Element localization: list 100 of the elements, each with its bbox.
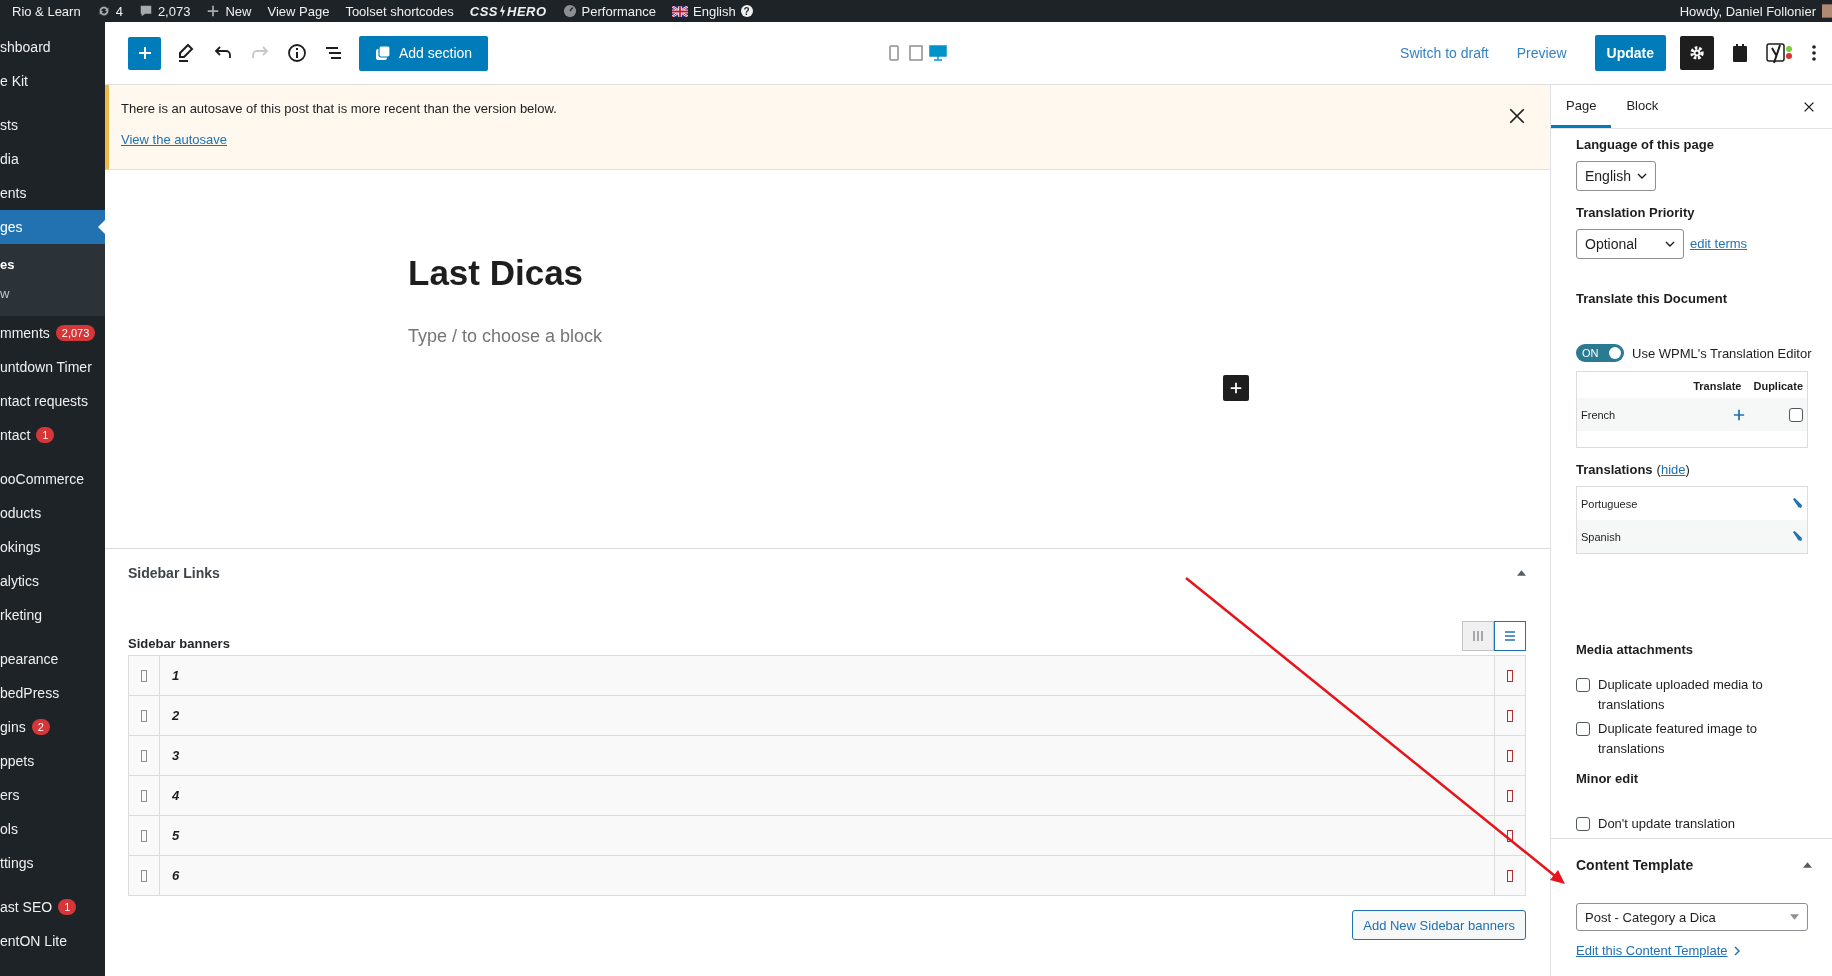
row-label: 5 — [171, 827, 181, 845]
chevron-icon — [1733, 945, 1740, 956]
sidebar-item[interactable]: ooCommerce — [0, 462, 105, 496]
help-icon[interactable]: ? — [740, 5, 753, 17]
sidebar-item[interactable]: ges — [0, 210, 105, 244]
sidebar-item[interactable]: ttings — [0, 846, 105, 880]
language-name: Spanish — [1581, 530, 1621, 543]
desktop-preview-icon[interactable] — [929, 44, 948, 62]
checkbox[interactable] — [1576, 722, 1590, 736]
sidebar-item[interactable]: ers — [0, 778, 105, 812]
checkbox[interactable] — [1576, 817, 1590, 831]
new-link[interactable]: New — [225, 3, 252, 19]
sidebar-item[interactable]: sts — [0, 108, 105, 142]
sidebar-item[interactable]: e Kit — [0, 64, 105, 98]
metabox-title: Sidebar Links — [128, 565, 220, 581]
sidebar-item[interactable]: okings — [0, 530, 105, 564]
rows-view-button[interactable] — [1494, 621, 1526, 651]
add-translation-icon[interactable] — [1733, 408, 1745, 421]
sidebar-item[interactable]: ntact 1 — [0, 418, 105, 452]
comment-icon[interactable] — [138, 4, 153, 18]
priority-select[interactable]: Optional — [1576, 229, 1684, 259]
css-hero-logo[interactable]: CSS HERO — [469, 3, 547, 19]
language-select[interactable]: English — [1576, 161, 1656, 191]
template-select[interactable]: Post - Category a Dica — [1576, 903, 1808, 931]
row-label: 4 — [171, 787, 181, 805]
add-block-button[interactable] — [128, 36, 161, 70]
translations-label: Translations — [1576, 462, 1653, 477]
sidebar-item[interactable]: ents — [0, 176, 105, 210]
remove-row-icon[interactable] — [1507, 829, 1513, 842]
toggle-switch[interactable]: ON — [1576, 344, 1624, 362]
info-icon[interactable] — [285, 41, 309, 65]
sidebar-item[interactable]: dia — [0, 142, 105, 176]
settings-button[interactable] — [1680, 36, 1714, 70]
remove-row-icon[interactable] — [1507, 709, 1513, 722]
sidebar-item[interactable]: ols — [0, 812, 105, 846]
greeting[interactable]: Howdy, Daniel Follonier — [1679, 3, 1816, 19]
drag-handle-icon[interactable] — [141, 869, 147, 882]
submenu-item[interactable]: w — [0, 279, 105, 308]
flag-icon — [672, 5, 688, 17]
drag-handle-icon[interactable] — [141, 749, 147, 762]
parenthesis: ( — [1656, 462, 1661, 477]
sidebar-item[interactable]: oducts — [0, 496, 105, 530]
edit-template-link[interactable]: Edit this Content Template — [1576, 943, 1728, 958]
edit-terms-link[interactable]: edit terms — [1690, 236, 1748, 251]
language-switcher[interactable]: English — [693, 3, 736, 19]
drag-handle-icon[interactable] — [141, 789, 147, 802]
row-label: 2 — [171, 707, 181, 725]
site-link[interactable]: Rio & Learn — [12, 3, 81, 19]
remove-row-icon[interactable] — [1507, 749, 1513, 762]
sidebar-item[interactable]: shboard — [0, 30, 105, 64]
sidebar-item[interactable]: ast SEO 1 — [0, 890, 105, 924]
sidebar-item[interactable]: gins 2 — [0, 710, 105, 744]
sidebar-item[interactable]: rketing — [0, 598, 105, 632]
collapse-caret-icon[interactable] — [1803, 862, 1812, 868]
block-inserter-button[interactable] — [1223, 375, 1249, 401]
performance-link[interactable]: Performance — [581, 3, 656, 19]
gauge-icon[interactable] — [562, 4, 577, 18]
plus-icon[interactable] — [206, 4, 221, 18]
sidebar-item[interactable]: ppets — [0, 744, 105, 778]
sidebar-item[interactable]: untdown Timer — [0, 350, 105, 384]
update-button[interactable]: Update — [1594, 35, 1666, 71]
block-placeholder[interactable]: Type / to choose a block — [408, 326, 1550, 347]
plus-icon — [1229, 381, 1243, 395]
close-icon[interactable] — [1508, 107, 1526, 125]
remove-row-icon[interactable] — [1507, 789, 1513, 802]
drag-handle-icon[interactable] — [141, 829, 147, 842]
sidebar-item[interactable]: ntact requests — [0, 384, 105, 418]
preview-link[interactable]: Preview — [1516, 45, 1567, 61]
language-name: French — [1581, 408, 1616, 421]
checkbox-label: Duplicate uploaded media to translations — [1598, 676, 1764, 714]
panel-tab[interactable]: Block — [1611, 85, 1674, 128]
remove-row-icon[interactable] — [1507, 869, 1513, 882]
post-title[interactable]: Last Dicas — [408, 252, 1550, 294]
sidebar-item[interactable]: bedPress — [0, 676, 105, 710]
comments-count[interactable]: 2,073 — [157, 3, 191, 19]
checkbox[interactable] — [1576, 678, 1590, 692]
collapse-caret-icon[interactable] — [1517, 570, 1526, 576]
duplicate-checkbox[interactable] — [1789, 407, 1803, 422]
panel-tab[interactable]: Page — [1551, 85, 1612, 128]
notice-text: There is an autosave of this post that is more recent than the version below. — [121, 101, 557, 116]
remove-row-icon[interactable] — [1507, 669, 1513, 682]
sidebar-item[interactable]: entON Lite — [0, 924, 105, 958]
add-section-button[interactable]: Add section — [359, 35, 489, 71]
plus-icon — [136, 45, 153, 61]
submenu-item[interactable]: es — [0, 250, 105, 279]
language-name: Portuguese — [1581, 497, 1638, 510]
admin-bar-link[interactable]: Toolset shortcodes — [345, 3, 454, 19]
sidebar-item[interactable]: pearance — [0, 642, 105, 676]
switch-to-draft-link[interactable]: Switch to draft — [1400, 45, 1489, 61]
hide-link[interactable]: hide — [1660, 462, 1686, 477]
drag-handle-icon[interactable] — [141, 669, 147, 682]
admin-bar-link[interactable]: View Page — [267, 3, 330, 19]
section-title: Content Template — [1576, 857, 1694, 873]
sidebar-item[interactable]: alytics — [0, 564, 105, 598]
add-new-button[interactable]: Add New Sidebar banners — [1352, 910, 1526, 940]
drag-handle-icon[interactable] — [141, 709, 147, 722]
sidebar-item[interactable]: mments 2,073 — [0, 316, 105, 350]
view-autosave-link[interactable]: View the autosave — [121, 132, 227, 147]
avatar[interactable] — [1822, 3, 1832, 19]
updates-count[interactable]: 4 — [115, 3, 123, 19]
